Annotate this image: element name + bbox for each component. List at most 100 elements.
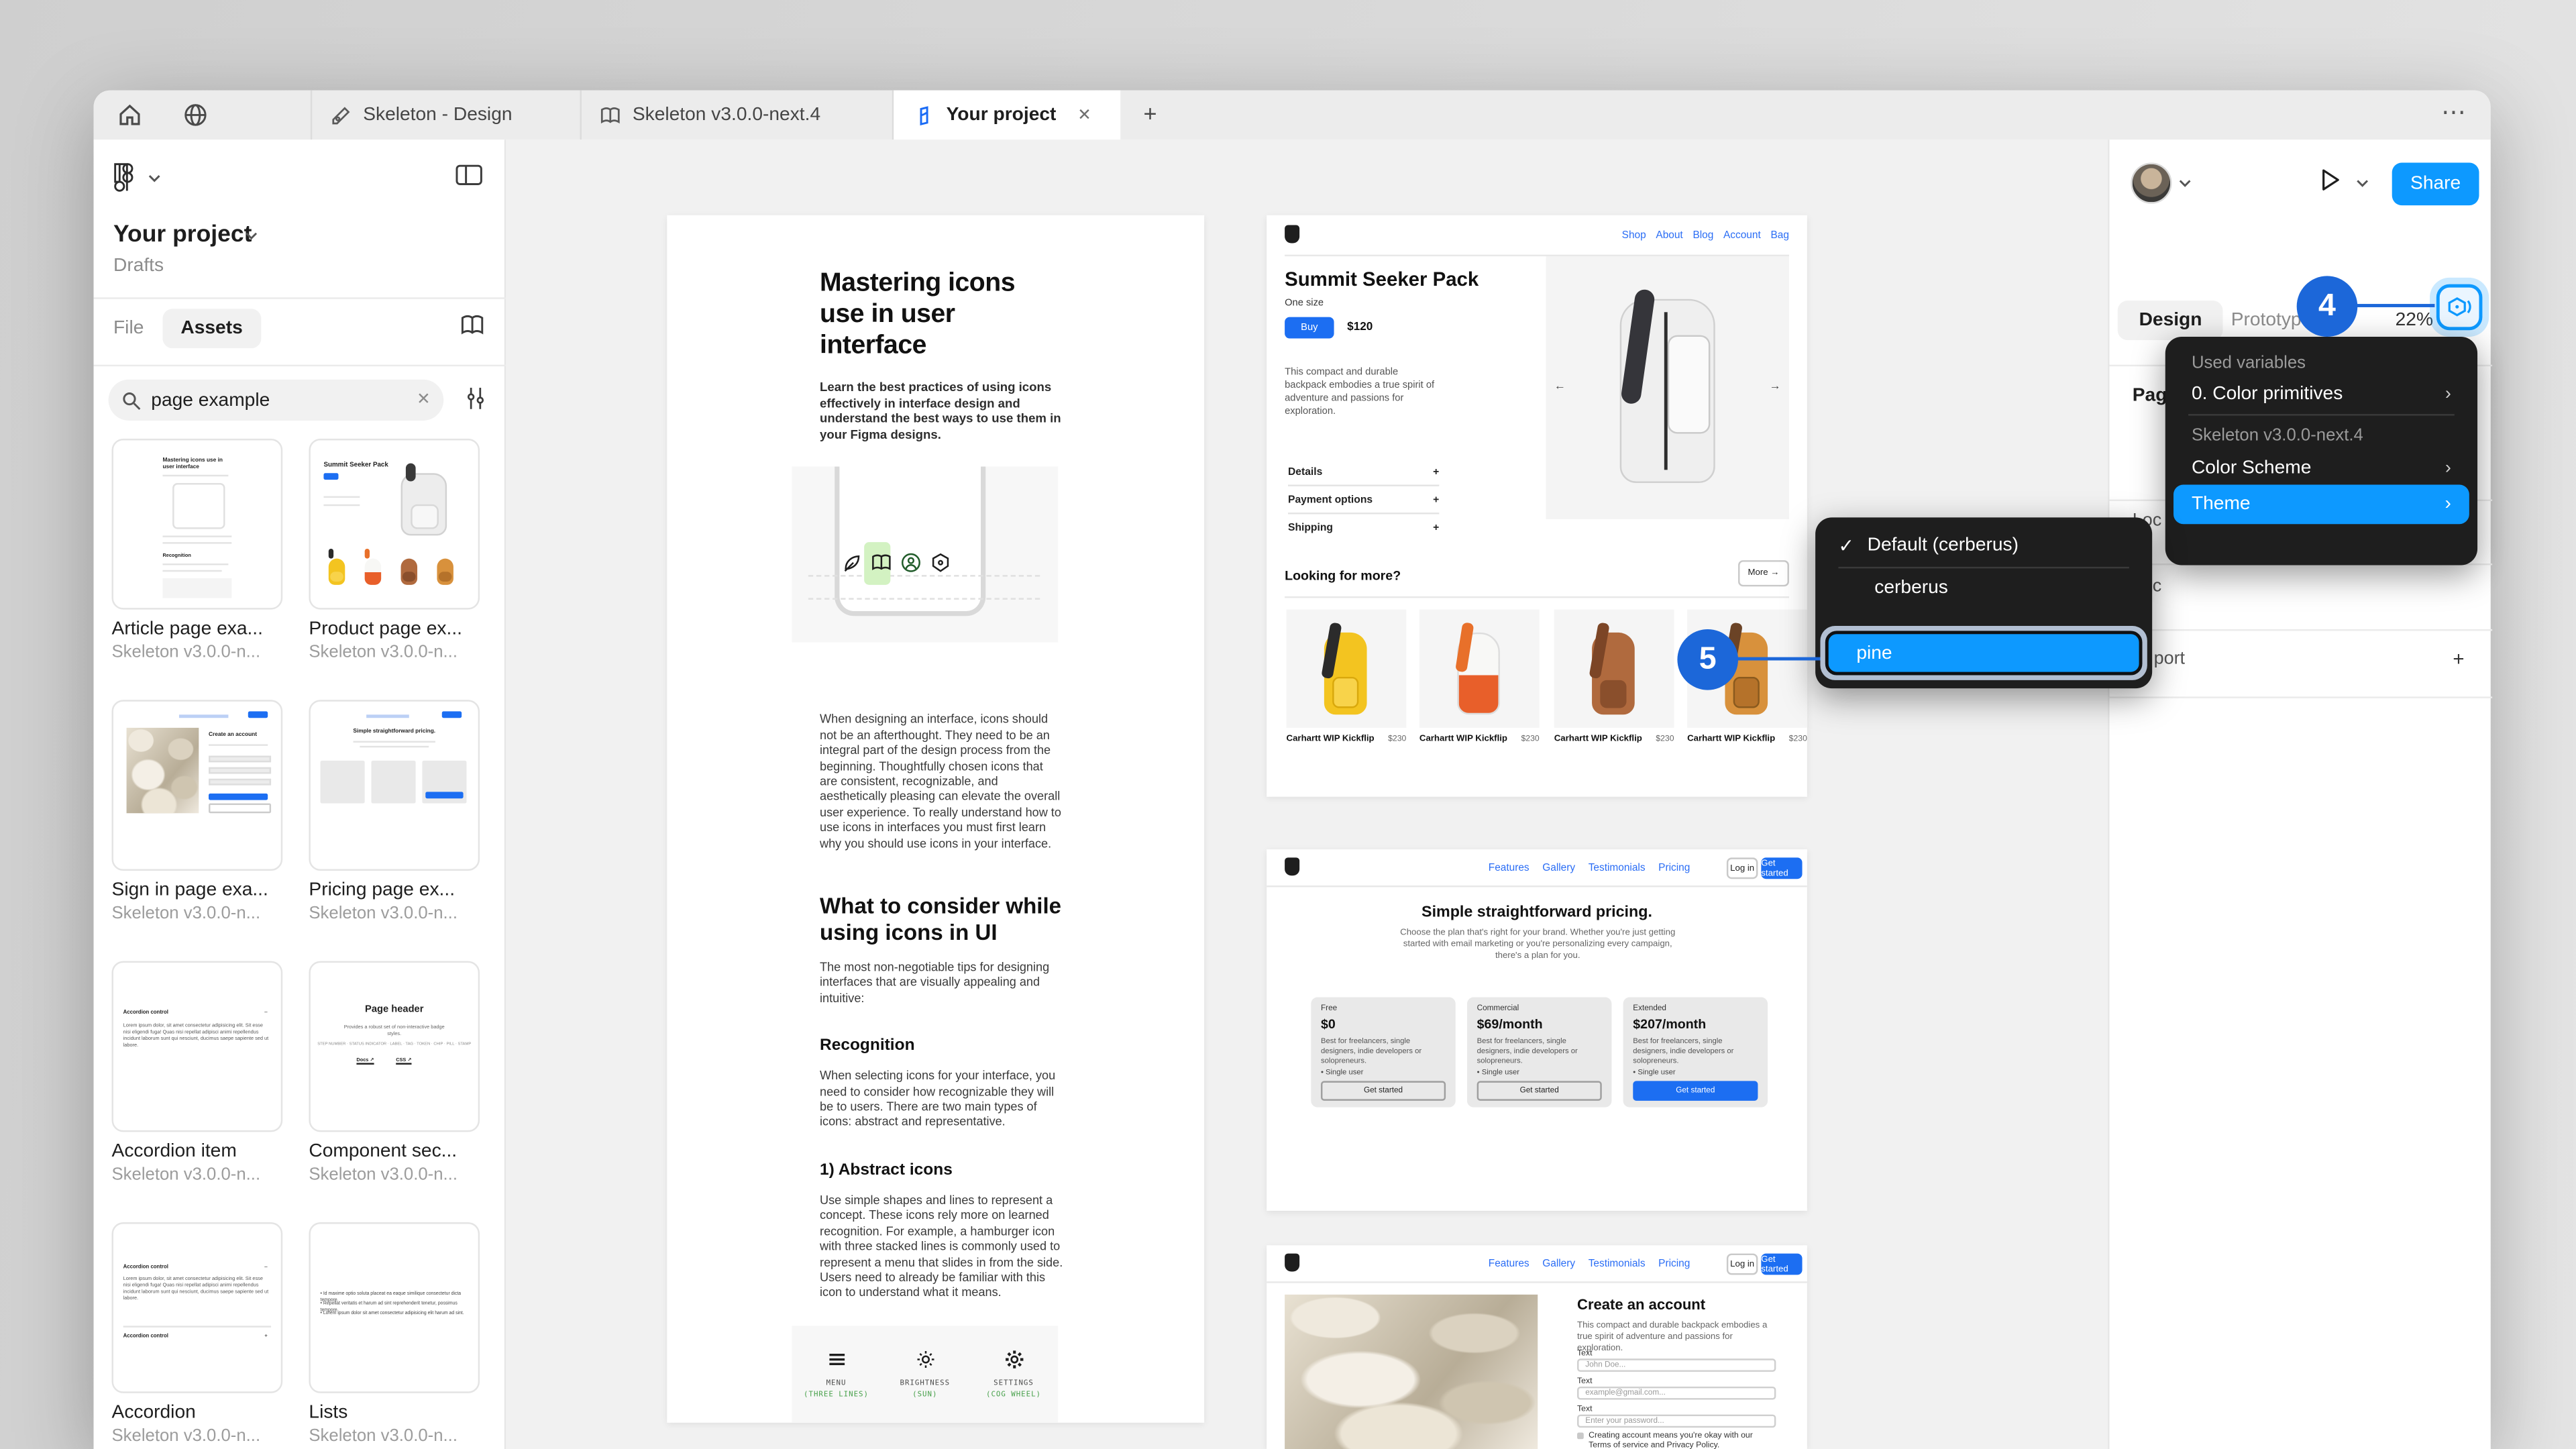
browser-tabbar: Skeleton - Design Skeleton v3.0.0-next.4… [93, 90, 2491, 140]
canvas-frame-pricing[interactable]: Features Gallery Testimonials Pricing Lo… [1267, 849, 1807, 1211]
accordion-shipping[interactable]: Shipping + [1288, 523, 1439, 534]
tab-assets[interactable]: Assets [162, 309, 261, 349]
filter-icon[interactable] [465, 386, 486, 411]
design-canvas[interactable]: Mastering icons use in user interface Le… [506, 140, 2108, 1449]
name-field[interactable]: John Doe... [1577, 1358, 1776, 1372]
nav-link[interactable]: Features [1489, 1258, 1529, 1270]
password-field[interactable]: Enter your password... [1577, 1414, 1776, 1428]
search-icon [121, 390, 141, 410]
accordion-details[interactable]: Details + [1288, 467, 1439, 478]
menu-item-color-primitives[interactable]: 0. Color primitives › [2165, 384, 2477, 404]
chevron-down-icon[interactable] [245, 231, 258, 240]
menu-item-cerberus[interactable]: cerberus [1815, 578, 2152, 598]
email-field[interactable]: example@gmail.com... [1577, 1386, 1776, 1400]
get-started-button[interactable]: Get started [1761, 857, 1803, 879]
tab-your-project[interactable]: Your project ✕ [894, 90, 1121, 140]
nav-link[interactable]: Shop [1622, 230, 1646, 241]
chevron-down-icon[interactable] [2356, 179, 2369, 187]
new-tab-button[interactable]: + [1143, 100, 1157, 126]
chevron-down-icon[interactable] [148, 174, 161, 182]
chevron-down-icon[interactable] [2178, 179, 2192, 187]
article-paragraph: Use simple shapes and lines to represent… [820, 1192, 1063, 1300]
asset-card-pricing-page[interactable]: Simple straightforward pricing. Pricing … [309, 700, 480, 923]
right-panel: Share Design Prototype 22% Page Loc Loc … [2108, 140, 2493, 1449]
close-icon[interactable]: ✕ [1077, 106, 1091, 124]
canvas-frame-article[interactable]: Mastering icons use in user interface Le… [667, 215, 1205, 1423]
figma-logo-icon[interactable] [113, 162, 135, 192]
shield-icon [930, 553, 951, 574]
nav-link[interactable]: About [1656, 230, 1682, 241]
toggle-sidebar-icon[interactable] [455, 164, 483, 186]
nav-link[interactable]: Gallery [1542, 1258, 1575, 1270]
carousel-next-icon[interactable]: → [1770, 381, 1781, 392]
asset-library: Skeleton v3.0.0-n... [111, 1426, 261, 1446]
asset-card-article-page[interactable]: Mastering icons use in user interface Re… [111, 438, 283, 662]
plan-cta-button[interactable]: Get started [1477, 1081, 1602, 1102]
asset-card-signin-page[interactable]: Create an account Sign in page exa... Sk… [111, 700, 283, 924]
plan-cta-button[interactable]: Get started [1633, 1081, 1758, 1102]
nav-link[interactable]: Blog [1693, 230, 1713, 241]
page-variables-button[interactable] [2436, 284, 2483, 331]
canvas-frame-signup[interactable]: Features Gallery Testimonials Pricing Lo… [1267, 1245, 1807, 1449]
asset-card-lists[interactable]: • Id maxime optio soluta placeat ea eaqu… [309, 1222, 480, 1446]
window-more-icon[interactable]: ⋯ [2441, 97, 2467, 127]
article-title: Mastering icons use in user interface [820, 269, 1016, 360]
add-icon[interactable]: + [2453, 647, 2464, 670]
related-heading: Looking for more? [1285, 568, 1401, 584]
get-started-button[interactable]: Get started [1761, 1253, 1803, 1275]
asset-card-accordion[interactable]: Accordion control – Lorem ipsum dolor, s… [111, 1222, 283, 1446]
asset-card-accordion-item[interactable]: Accordion control – Lorem ipsum dolor, s… [111, 961, 283, 1185]
tab-file[interactable]: File [113, 319, 144, 338]
menu-item-default-theme[interactable]: ✓ Default (cerberus) [1815, 534, 2152, 557]
variables-icon [2447, 296, 2471, 316]
nav-link[interactable]: Account [1723, 230, 1761, 241]
tab-skeleton-design[interactable]: Skeleton - Design [311, 91, 580, 140]
canvas-frame-product[interactable]: Shop About Blog Account Bag Summit Seeke… [1267, 215, 1807, 797]
asset-card-component-section[interactable]: Page header Provides a robust set of non… [309, 961, 480, 1185]
accordion-payment[interactable]: Payment options + [1288, 494, 1439, 506]
nav-link[interactable]: Testimonials [1589, 863, 1646, 874]
related-product-card[interactable]: Carhartt WIP Kickflip $230 [1554, 609, 1674, 744]
menu-item-theme[interactable]: Theme › [2174, 484, 2469, 525]
globe-icon[interactable] [182, 102, 209, 128]
asset-card-product-page[interactable]: Summit Seeker Pack Product page ex... Sk… [309, 438, 480, 662]
library-book-icon[interactable] [460, 314, 486, 337]
login-button[interactable]: Log in [1726, 857, 1758, 879]
search-input[interactable]: page example ✕ [108, 379, 444, 421]
tab-skeleton-library[interactable]: Skeleton v3.0.0-next.4 [580, 91, 892, 140]
asset-library: Skeleton v3.0.0-n... [111, 903, 261, 924]
article-heading: What to consider while using icons in UI [820, 894, 1062, 945]
clear-search-icon[interactable]: ✕ [417, 391, 431, 409]
nav-link[interactable]: Pricing [1658, 863, 1690, 874]
plan-cta-button[interactable]: Get started [1320, 1081, 1446, 1102]
nav-link[interactable]: Pricing [1658, 1258, 1690, 1270]
present-play-icon[interactable] [2320, 168, 2341, 193]
tab-label: Skeleton v3.0.0-next.4 [632, 105, 821, 125]
project-title[interactable]: Your project [113, 222, 252, 248]
menu-item-pine[interactable]: pine [1825, 631, 2143, 676]
login-button[interactable]: Log in [1726, 1253, 1758, 1275]
menu-item-color-scheme[interactable]: Color Scheme › [2165, 458, 2477, 478]
plan-card-free: Free $0 Best for freelancers, single des… [1311, 997, 1456, 1108]
menu-section-header: Skeleton v3.0.0-next.4 [2191, 425, 2363, 445]
zoom-level[interactable]: 22% [2396, 311, 2433, 330]
pricing-title: Simple straightforward pricing. [1421, 903, 1652, 922]
home-icon[interactable] [117, 102, 143, 128]
buy-button[interactable]: Buy [1285, 317, 1334, 339]
asset-thumbnail: • Id maxime optio soluta placeat ea eaqu… [309, 1222, 480, 1393]
nav-link[interactable]: Testimonials [1589, 1258, 1646, 1270]
divider [2109, 629, 2493, 631]
tab-design[interactable]: Design [2117, 301, 2224, 340]
nav-link[interactable]: Gallery [1542, 863, 1575, 874]
nav-link[interactable]: Bag [1770, 230, 1788, 241]
terms-checkbox[interactable] [1577, 1432, 1584, 1440]
more-button[interactable]: More → [1738, 560, 1789, 587]
related-product-card[interactable]: Carhartt WIP Kickflip $230 [1286, 609, 1407, 744]
related-product-card[interactable]: Carhartt WIP Kickflip $230 [1419, 609, 1540, 744]
nav-link[interactable]: Features [1489, 863, 1529, 874]
step-badge-5: 5 [1677, 629, 1739, 690]
share-button[interactable]: Share [2392, 162, 2479, 206]
avatar[interactable] [2131, 162, 2172, 204]
carousel-prev-icon[interactable]: ← [1554, 381, 1566, 392]
asset-library: Skeleton v3.0.0-n... [309, 903, 458, 924]
